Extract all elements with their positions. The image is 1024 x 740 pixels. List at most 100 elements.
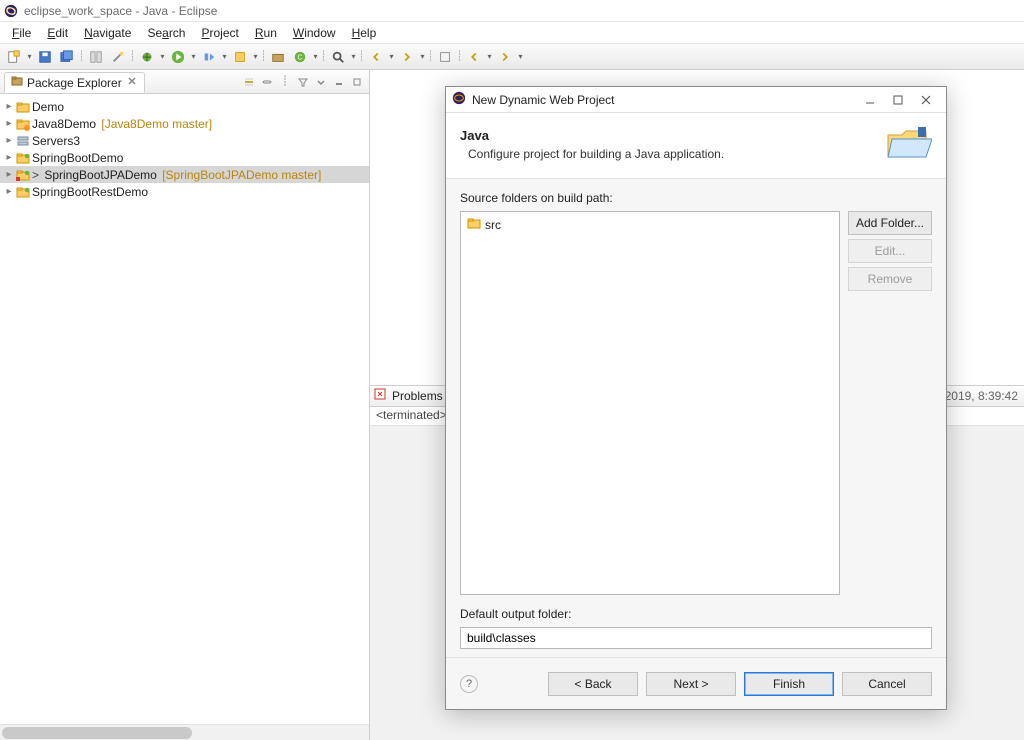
tb-new-icon[interactable] [4, 47, 24, 67]
twisty-icon[interactable]: ▸ [4, 152, 14, 163]
dialog-minimize-icon[interactable] [856, 90, 884, 110]
linkwitheditor-icon[interactable] [259, 74, 275, 90]
focus-icon[interactable]: ┊ [277, 74, 293, 90]
dialog-titlebar[interactable]: New Dynamic Web Project [446, 87, 946, 113]
eclipse-logo-icon [452, 91, 466, 108]
finish-button[interactable]: Finish [744, 672, 834, 696]
console-tail: -2019, 8:39:42 [941, 389, 1024, 403]
view-tabstrip: Package Explorer ┊ [0, 70, 369, 94]
tree-row[interactable]: ▸ Servers3 [0, 132, 369, 149]
next-button[interactable]: Next > [646, 672, 736, 696]
tb-newpkg-icon[interactable] [268, 47, 288, 67]
package-explorer-tree[interactable]: ▸ Demo ▸ Java8Demo [Java8Demo master] ▸ … [0, 94, 369, 724]
tb-next-icon[interactable] [397, 47, 417, 67]
sidebar-hscroll[interactable] [0, 724, 369, 740]
tb-search-drop-icon[interactable]: ▾ [350, 52, 357, 61]
spring-project-git-icon [16, 168, 30, 182]
dialog-heading: Java [460, 128, 884, 143]
tab-package-explorer[interactable]: Package Explorer [4, 72, 145, 93]
dialog-title: New Dynamic Web Project [472, 93, 615, 107]
tb-debug-drop-icon[interactable]: ▾ [159, 52, 166, 61]
help-icon[interactable]: ? [460, 675, 478, 693]
tb-runlast-icon[interactable] [199, 47, 219, 67]
back-button[interactable]: < Back [548, 672, 638, 696]
tb-fwd-icon[interactable] [495, 47, 515, 67]
collapseall-icon[interactable] [241, 74, 257, 90]
tb-sep7-icon: ┊ [457, 47, 462, 67]
src-folders-list[interactable]: src [460, 211, 840, 595]
tb-debug-icon[interactable] [137, 47, 157, 67]
main-toolbar: ▾ ┊ ┊ ▾ ▾ ▾ ▾ ┊ C ▾ ┊ ▾ ┊ ▾ ▾ ┊ ┊ ▾ ▾ [0, 44, 1024, 70]
tb-ext-drop-icon[interactable]: ▾ [252, 52, 259, 61]
minimize-view-icon[interactable] [331, 74, 347, 90]
tb-run-icon[interactable] [168, 47, 188, 67]
menu-edit[interactable]: Edit [39, 24, 76, 42]
tree-item-label: SpringBootDemo [32, 151, 123, 165]
menu-help[interactable]: Help [344, 24, 385, 42]
servers-icon [16, 134, 30, 148]
menu-search[interactable]: Search [139, 24, 193, 42]
dialog-footer: ? < Back Next > Finish Cancel [446, 657, 946, 709]
menu-run[interactable]: Run [247, 24, 285, 42]
tree-item-label: Demo [32, 100, 64, 114]
dialog-maximize-icon[interactable] [884, 90, 912, 110]
menu-project[interactable]: Project [193, 24, 246, 42]
tb-back-icon[interactable] [464, 47, 484, 67]
tb-sep-icon: ┊ [79, 47, 84, 67]
maximize-view-icon[interactable] [349, 74, 365, 90]
tb-runlast-drop-icon[interactable]: ▾ [221, 52, 228, 61]
menu-file[interactable]: File [4, 24, 39, 42]
tb-switch-icon[interactable] [86, 47, 106, 67]
tb-next-drop-icon[interactable]: ▾ [419, 52, 426, 61]
menu-navigate[interactable]: Navigate [76, 24, 139, 42]
tree-row[interactable]: ▸ SpringBootRestDemo [0, 183, 369, 200]
tb-run-drop-icon[interactable]: ▾ [190, 52, 197, 61]
tb-ext-icon[interactable] [230, 47, 250, 67]
dialog-close-icon[interactable] [912, 90, 940, 110]
new-project-dialog: New Dynamic Web Project Java Configure p… [445, 86, 947, 710]
twisty-icon[interactable]: ▸ [4, 135, 14, 146]
twisty-icon[interactable]: ▸ [4, 169, 14, 180]
tree-item-label: SpringBootRestDemo [32, 185, 148, 199]
twisty-icon[interactable]: ▸ [4, 101, 14, 112]
remove-folder-button[interactable]: Remove [848, 267, 932, 291]
tree-row[interactable]: ▸ Java8Demo [Java8Demo master] [0, 115, 369, 132]
tb-sep2-icon: ┊ [130, 47, 135, 67]
tree-row[interactable]: ▸ Demo [0, 98, 369, 115]
tb-back-drop-icon[interactable]: ▾ [486, 52, 493, 61]
spring-project-icon [16, 151, 30, 165]
tb-prev-icon[interactable] [366, 47, 386, 67]
add-folder-button[interactable]: Add Folder... [848, 211, 932, 235]
tree-item-label: Java8Demo [32, 117, 96, 131]
tb-newclass-drop-icon[interactable]: ▾ [312, 52, 319, 61]
tb-fwd-drop-icon[interactable]: ▾ [517, 52, 524, 61]
edit-folder-button[interactable]: Edit... [848, 239, 932, 263]
tb-wand-icon[interactable] [108, 47, 128, 67]
menu-window[interactable]: Window [285, 24, 344, 42]
tree-item-label: SpringBootJPADemo [44, 168, 157, 182]
tb-search-icon[interactable] [328, 47, 348, 67]
output-folder-input[interactable] [460, 627, 932, 649]
tb-save-icon[interactable] [35, 47, 55, 67]
cancel-button[interactable]: Cancel [842, 672, 932, 696]
filter-icon[interactable] [295, 74, 311, 90]
twisty-icon[interactable]: ▸ [4, 186, 14, 197]
project-icon [16, 100, 30, 114]
tree-row[interactable]: ▸ SpringBootDemo [0, 149, 369, 166]
close-tab-icon[interactable] [126, 75, 138, 90]
tb-openres-icon[interactable] [435, 47, 455, 67]
tree-item-decor: [Java8Demo master] [98, 117, 212, 131]
viewmenu-icon[interactable] [313, 74, 329, 90]
tree-row[interactable]: ▸ > SpringBootJPADemo [SpringBootJPADemo… [0, 166, 369, 183]
package-explorer-icon [11, 75, 23, 90]
tree-item-label: Servers3 [32, 134, 80, 148]
dirty-marker: > [32, 168, 42, 182]
tb-sep6-icon: ┊ [428, 47, 433, 67]
twisty-icon[interactable]: ▸ [4, 118, 14, 129]
tb-new-drop-icon[interactable]: ▾ [26, 52, 33, 61]
list-item[interactable]: src [465, 216, 835, 233]
tb-prev-drop-icon[interactable]: ▾ [388, 52, 395, 61]
tb-newclass-icon[interactable]: C [290, 47, 310, 67]
tab-problems[interactable]: Problems [392, 389, 443, 403]
tb-saveall-icon[interactable] [57, 47, 77, 67]
